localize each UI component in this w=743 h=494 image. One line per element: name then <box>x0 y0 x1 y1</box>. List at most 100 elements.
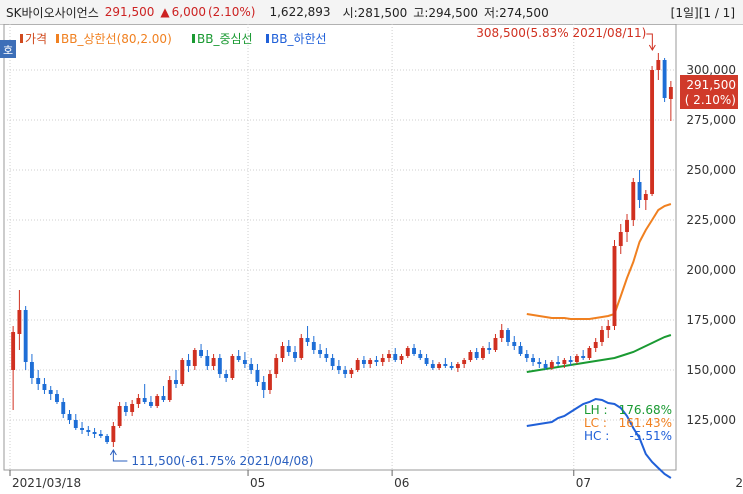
stat-value: 176.68% <box>619 403 672 417</box>
candle-body <box>242 360 247 364</box>
candle-body <box>531 358 535 362</box>
candle <box>449 362 454 370</box>
candle-body <box>618 232 623 246</box>
candle-body <box>612 246 617 326</box>
candle <box>36 370 41 390</box>
candle-body <box>130 404 135 412</box>
candle <box>73 414 78 430</box>
candle <box>574 354 579 364</box>
candle-body <box>549 362 554 368</box>
y-tick-label: 250,000 <box>686 163 736 177</box>
candle-body <box>361 360 366 364</box>
candle-body <box>593 342 598 348</box>
candle <box>506 328 510 346</box>
candle-body <box>286 346 291 352</box>
y-tick-label: 175,000 <box>686 313 736 327</box>
candle <box>217 354 222 378</box>
candle <box>405 346 410 358</box>
candle-body <box>142 398 147 402</box>
candle-body <box>637 182 642 200</box>
candle-body <box>105 436 110 442</box>
candle-body <box>543 364 548 368</box>
candle <box>305 326 310 346</box>
candle <box>481 346 485 360</box>
candle-body <box>330 358 335 366</box>
candle-body <box>199 350 203 356</box>
x-tick-label: 2021/03/18 <box>12 476 81 490</box>
candle <box>330 354 335 370</box>
candle <box>29 354 34 384</box>
stat-label: LC : <box>584 416 607 430</box>
candle <box>537 358 542 368</box>
candle <box>361 356 366 368</box>
candle <box>625 214 629 242</box>
candle <box>656 53 661 80</box>
candle <box>117 402 122 428</box>
bb-upper-line <box>526 203 672 320</box>
candlestick-chart[interactable]: 125,000 150,000 175,000 200,000 225,000 250,0… <box>0 24 743 494</box>
candle <box>149 396 153 408</box>
candle <box>368 358 373 368</box>
candle-body <box>311 342 316 350</box>
stat-label: LH : <box>584 403 608 417</box>
legend-item: 가격 <box>25 32 47 46</box>
candle <box>92 428 97 438</box>
candle-body <box>355 360 360 370</box>
candle <box>418 350 423 360</box>
candle-body <box>449 366 454 368</box>
candle <box>487 342 492 354</box>
candle-body <box>92 432 97 434</box>
candle-body <box>387 354 391 358</box>
candle-body <box>48 390 53 394</box>
price-change-pct: (2.10%) <box>208 5 256 19</box>
low-price: 저:274,500 <box>484 5 549 20</box>
candle <box>393 348 398 362</box>
candle <box>512 336 517 350</box>
candle-body <box>643 194 648 200</box>
candle-body <box>29 362 34 378</box>
candle <box>230 354 235 380</box>
candle-body <box>55 394 59 402</box>
legend-swatch <box>56 34 59 43</box>
stock-name: SK바이오사이언스 <box>6 5 99 20</box>
candle <box>11 326 16 410</box>
candle <box>205 350 210 370</box>
candle-body <box>349 370 354 374</box>
candle-body <box>455 364 460 368</box>
candle-body <box>424 358 429 364</box>
candle-body <box>625 220 629 232</box>
candle-body <box>67 414 72 420</box>
candle-body <box>562 360 567 364</box>
candle <box>468 350 473 362</box>
candle <box>67 410 72 424</box>
candle <box>387 350 391 362</box>
y-tick-label: 150,000 <box>686 363 736 377</box>
candle <box>211 354 216 370</box>
candle-body <box>192 350 197 366</box>
candle <box>186 354 191 372</box>
candle <box>236 350 241 362</box>
candle-body <box>155 396 160 406</box>
candle <box>299 334 304 360</box>
stock-chart-window: SK바이오사이언스 291,500 ▲ 6,000 (2.10%) 1,622,… <box>0 0 743 494</box>
candle <box>155 394 160 408</box>
candle <box>123 402 128 416</box>
candle-body <box>443 364 448 366</box>
candle-body <box>324 354 329 358</box>
candle <box>474 348 479 360</box>
candle <box>192 348 197 370</box>
period-selector[interactable]: [1일][1 / 1] <box>671 4 735 21</box>
candle <box>650 66 655 196</box>
candle-body <box>380 358 385 362</box>
volume: 1,622,893 <box>269 5 331 19</box>
candle-body <box>412 348 416 354</box>
x-tick-label: 05 <box>250 476 265 490</box>
candle-body <box>368 360 373 364</box>
candle <box>17 290 22 350</box>
y-tick-label: 125,000 <box>686 413 736 427</box>
candle-body <box>474 352 479 358</box>
low-annotation: 111,500(-61.75% 2021/04/08) <box>131 454 313 468</box>
candle <box>593 338 598 352</box>
candle-body <box>217 358 222 374</box>
candle <box>161 386 166 402</box>
